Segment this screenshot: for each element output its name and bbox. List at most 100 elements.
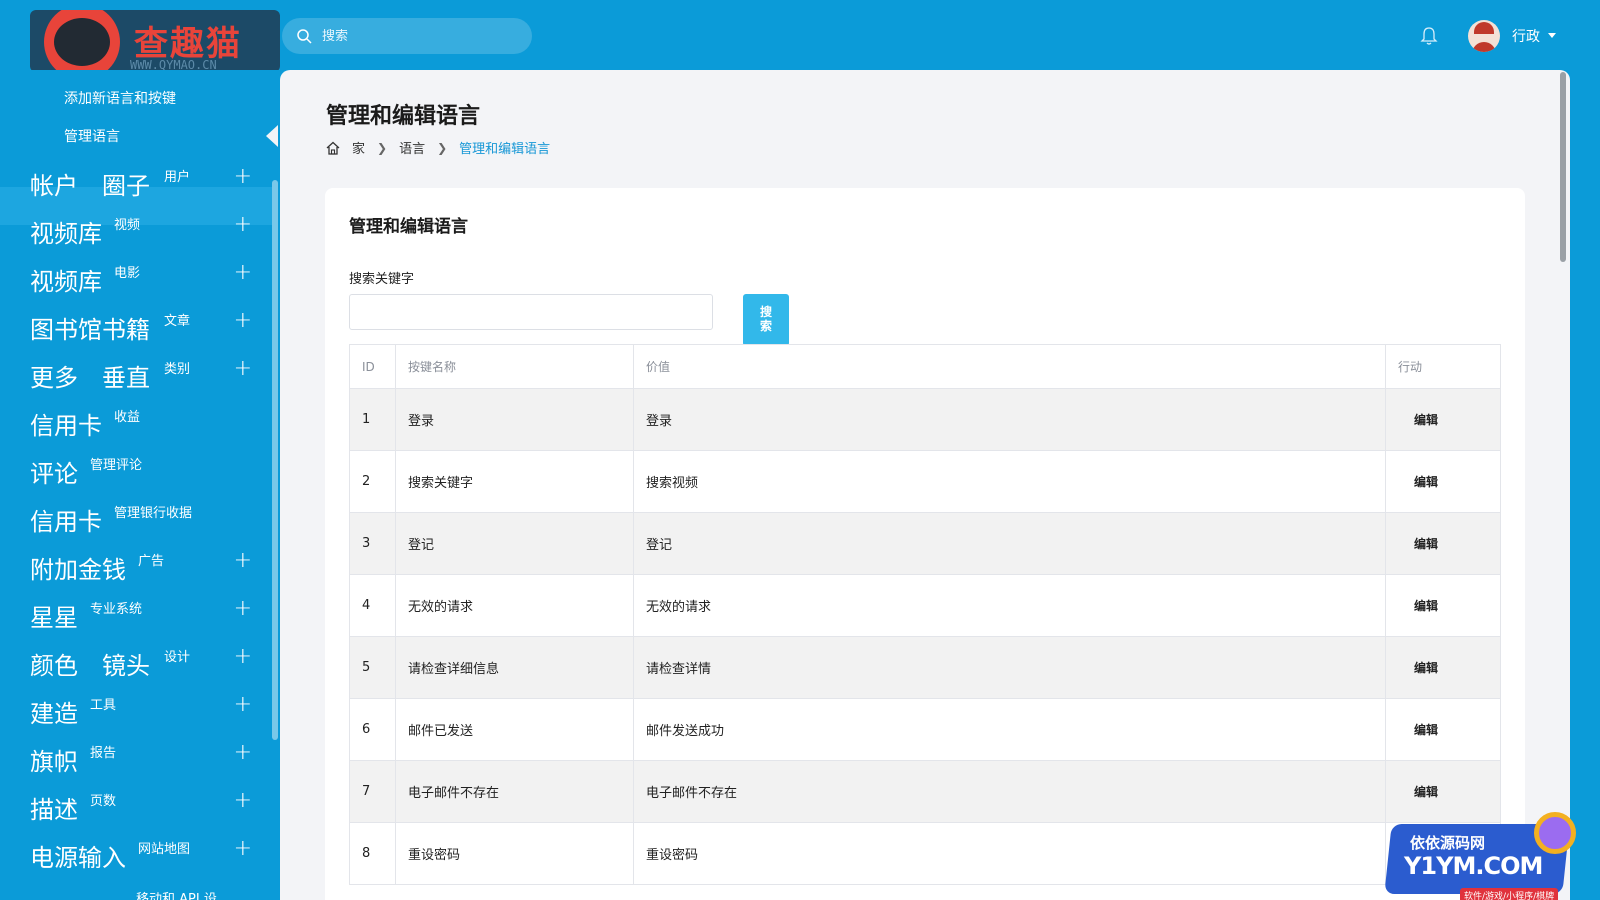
edit-button[interactable]: 编辑: [1385, 574, 1501, 637]
watermark-logo: 依依源码网 Y1YM.COM 软件/游戏/小程序/棋牌: [1380, 810, 1580, 900]
nav-sub-label: 网站地图: [138, 842, 191, 857]
cell-id: 3: [349, 512, 396, 575]
magnifier-icon: [1534, 812, 1576, 854]
cell-key: 电子邮件不存在: [395, 760, 634, 823]
sidebar-subitem-add-language[interactable]: 添加新语言和按键: [64, 88, 176, 108]
nav-main-label: 颜色 镜头: [30, 652, 150, 680]
breadcrumb-language[interactable]: 语言: [399, 138, 425, 157]
nav-main-label: 星星: [30, 604, 78, 632]
cell-key: 请检查详细信息: [395, 636, 634, 699]
sidebar-item-pro-system[interactable]: 星星 专业系统 +: [30, 596, 252, 638]
sidebar-item-mobile-api[interactable]: 移动和 API 设: [136, 888, 217, 900]
cell-value: 请检查详情: [633, 636, 1386, 699]
nav-main-label: 建造: [30, 700, 78, 728]
cell-value: 登记: [633, 512, 1386, 575]
cell-id: 8: [349, 822, 396, 885]
nav-sub-label: 视频: [114, 218, 141, 233]
sidebar-item-users[interactable]: 帐户 圈子 用户 +: [30, 164, 252, 206]
nav-sub-label: 管理评论: [90, 458, 143, 473]
expand-plus-icon[interactable]: +: [234, 836, 252, 861]
chevron-right-icon: ❯: [437, 140, 448, 155]
sidebar-item-comments[interactable]: 评论 管理评论: [30, 454, 252, 494]
expand-plus-icon[interactable]: +: [234, 548, 252, 573]
page-title: 管理和编辑语言: [326, 104, 481, 129]
edit-button[interactable]: 编辑: [1385, 636, 1501, 699]
sidebar-item-design[interactable]: 颜色 镜头 设计 +: [30, 644, 252, 686]
sidebar-item-videos[interactable]: 视频库 视频 +: [30, 212, 252, 254]
sidebar-subitem-manage-language[interactable]: 管理语言: [64, 126, 120, 146]
nav-sub-label: 报告: [90, 746, 117, 761]
nav-sub-label: 收益: [114, 410, 141, 425]
edit-button[interactable]: 编辑: [1385, 512, 1501, 575]
keyword-input[interactable]: [349, 294, 713, 330]
cell-value: 登录: [633, 388, 1386, 451]
global-search[interactable]: [282, 18, 532, 54]
sidebar-item-movies[interactable]: 视频库 电影 +: [30, 260, 252, 302]
sidebar-item-sitemap[interactable]: 电源输入 网站地图 +: [30, 836, 252, 878]
brand-logo[interactable]: 查趣猫 WWW.QYMAO.CN: [30, 10, 280, 72]
nav-main-label: 描述: [30, 796, 78, 824]
cell-id: 6: [349, 698, 396, 761]
nav-main-label: 旗帜: [30, 748, 78, 776]
cell-id: 1: [349, 388, 396, 451]
table-row: 6 邮件已发送 邮件发送成功 编辑: [349, 698, 1501, 761]
search-button[interactable]: 搜 索: [743, 294, 789, 346]
sidebar-item-articles[interactable]: 图书馆书籍 文章 +: [30, 308, 252, 350]
expand-plus-icon[interactable]: +: [234, 212, 252, 237]
sidebar-item-categories[interactable]: 更多 垂直 类别 +: [30, 356, 252, 398]
user-name[interactable]: 行政: [1512, 26, 1540, 46]
cell-value: 无效的请求: [633, 574, 1386, 637]
nav-main-label: 视频库: [30, 220, 102, 248]
keyword-label: 搜索关键字: [349, 272, 415, 287]
column-header-value[interactable]: 价值: [633, 344, 1386, 389]
cell-key: 登记: [395, 512, 634, 575]
sidebar-item-earnings[interactable]: 信用卡 收益: [30, 406, 252, 446]
edit-button[interactable]: 编辑: [1385, 450, 1501, 513]
sidebar-item-tools[interactable]: 建造 工具 +: [30, 692, 252, 734]
cat-logo-icon: [44, 10, 120, 72]
cell-key: 登录: [395, 388, 634, 451]
nav-sub-label: 设计: [164, 650, 191, 665]
sidebar-item-reports[interactable]: 旗帜 报告 +: [30, 740, 252, 782]
expand-plus-icon[interactable]: +: [234, 596, 252, 621]
expand-plus-icon[interactable]: +: [234, 308, 252, 333]
edit-button[interactable]: 编辑: [1385, 388, 1501, 451]
edit-button[interactable]: 编辑: [1385, 698, 1501, 761]
nav-sub-label: 文章: [164, 314, 191, 329]
search-input[interactable]: [322, 28, 522, 44]
expand-plus-icon[interactable]: +: [234, 260, 252, 285]
nav-main-label: 附加金钱: [30, 556, 126, 584]
cell-value: 搜索视频: [633, 450, 1386, 513]
expand-plus-icon[interactable]: +: [234, 740, 252, 765]
user-avatar[interactable]: [1468, 20, 1500, 52]
nav-main-label: 图书馆书籍: [30, 316, 150, 344]
nav-sub-label: 用户: [164, 170, 191, 185]
expand-plus-icon[interactable]: +: [234, 644, 252, 669]
expand-plus-icon[interactable]: +: [234, 356, 252, 381]
table-row: 7 电子邮件不存在 电子邮件不存在 编辑: [349, 760, 1501, 823]
sidebar-scrollbar[interactable]: [272, 180, 278, 740]
cell-id: 4: [349, 574, 396, 637]
column-header-key[interactable]: 按键名称: [395, 344, 634, 389]
expand-plus-icon[interactable]: +: [234, 788, 252, 813]
breadcrumb-home[interactable]: 家: [352, 138, 365, 157]
sidebar-item-bank-receipts[interactable]: 信用卡 管理银行收据: [30, 502, 252, 542]
table-row: 8 重设密码 重设密码: [349, 822, 1501, 885]
bell-icon[interactable]: [1420, 26, 1438, 46]
column-header-action: 行动: [1385, 344, 1501, 389]
chevron-down-icon[interactable]: [1548, 33, 1556, 38]
home-icon[interactable]: [326, 141, 340, 155]
language-table: ID 按键名称 价值 行动 1 登录 登录 编辑 2 搜索关键字 搜索视频 编辑: [349, 344, 1501, 885]
watermark-domain: Y1YM.COM: [1404, 852, 1543, 880]
chevron-right-icon: ❯: [377, 140, 388, 155]
expand-plus-icon[interactable]: +: [234, 692, 252, 717]
watermark-title: 依依源码网: [1410, 834, 1486, 852]
nav-sub-label: 类别: [164, 362, 191, 377]
sidebar-item-pages[interactable]: 描述 页数 +: [30, 788, 252, 830]
sidebar-item-ads[interactable]: 附加金钱 广告 +: [30, 548, 252, 590]
expand-plus-icon[interactable]: +: [234, 164, 252, 189]
column-header-id[interactable]: ID: [349, 344, 396, 389]
cell-value: 重设密码: [633, 822, 1386, 885]
main-scrollbar[interactable]: [1560, 72, 1566, 262]
nav-sub-label: 管理银行收据: [114, 506, 193, 521]
